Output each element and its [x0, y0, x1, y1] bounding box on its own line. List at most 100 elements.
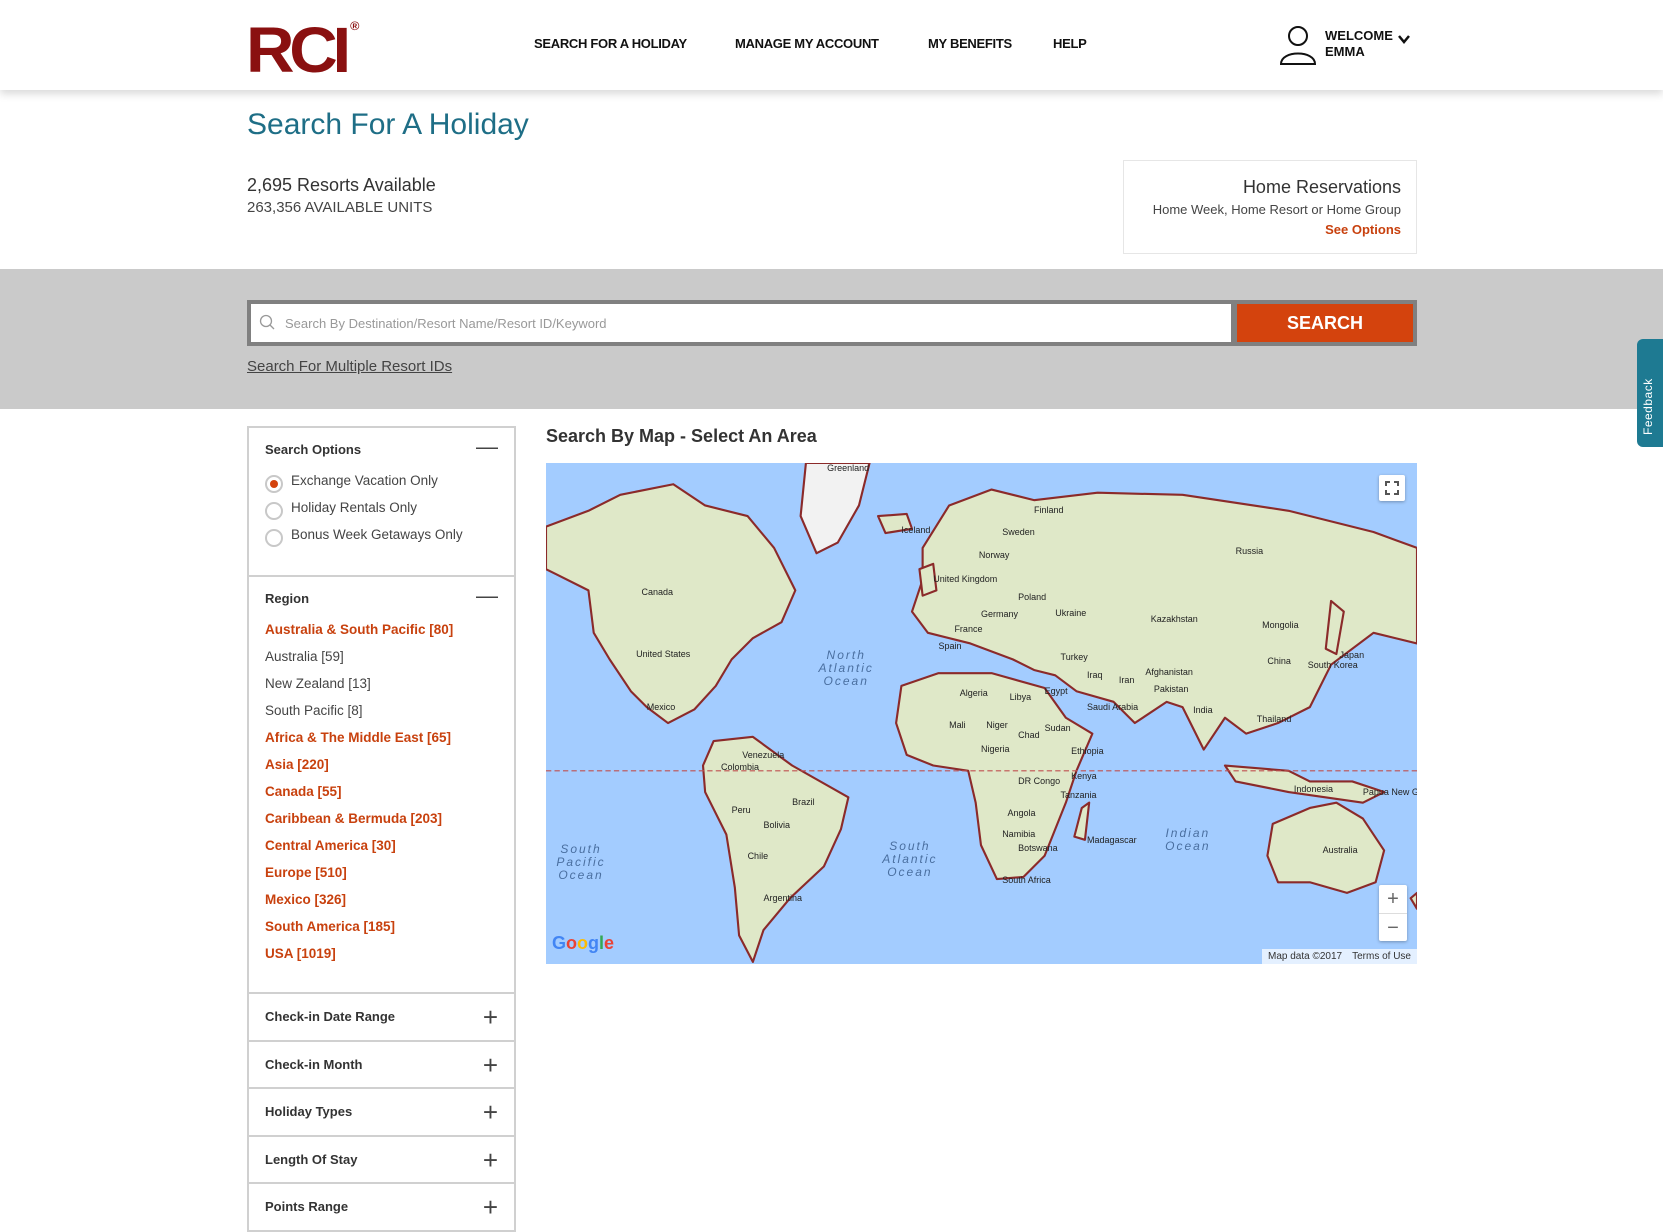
country-label[interactable]: Mexico	[647, 702, 676, 712]
country-label[interactable]: Kenya	[1071, 771, 1097, 781]
country-label[interactable]: DR Congo	[1018, 776, 1060, 786]
country-label[interactable]: United States	[636, 649, 690, 659]
filter-accordion[interactable]: Points Range +	[249, 1184, 514, 1232]
country-label[interactable]: Indonesia	[1294, 784, 1333, 794]
radio-option[interactable]: Exchange Vacation Only	[265, 467, 498, 494]
region-link[interactable]: South America [185]	[265, 913, 498, 940]
search-input[interactable]	[251, 304, 1231, 342]
country-label[interactable]: Angola	[1007, 808, 1035, 818]
country-label[interactable]: Spain	[939, 641, 962, 651]
expand-plus-icon[interactable]: +	[483, 1089, 498, 1135]
radio-option[interactable]: Holiday Rentals Only	[265, 494, 498, 521]
feedback-tab[interactable]: Feedback	[1637, 339, 1663, 447]
country-label[interactable]: Sudan	[1045, 723, 1071, 733]
radio-option[interactable]: Bonus Week Getaways Only	[265, 521, 498, 548]
country-label[interactable]: Chile	[748, 851, 769, 861]
see-options-link[interactable]: See Options	[1139, 222, 1401, 237]
radio-button[interactable]	[265, 501, 283, 520]
radio-button[interactable]	[265, 528, 283, 547]
country-label[interactable]: Bolivia	[763, 820, 790, 830]
country-label[interactable]: Pakistan	[1154, 684, 1189, 694]
search-multiple-resort-ids-link[interactable]: Search For Multiple Resort IDs	[247, 358, 452, 375]
radio-button[interactable]	[265, 474, 283, 493]
country-label[interactable]: Colombia	[721, 762, 759, 772]
country-label[interactable]: Iraq	[1087, 670, 1103, 680]
country-label[interactable]: China	[1267, 656, 1291, 666]
country-label[interactable]: Canada	[641, 587, 673, 597]
country-label[interactable]: Namibia	[1002, 829, 1035, 839]
country-label[interactable]: Mongolia	[1262, 620, 1299, 630]
country-label[interactable]: Venezuela	[742, 750, 784, 760]
expand-plus-icon[interactable]: +	[483, 994, 498, 1040]
filter-accordion[interactable]: Check-in Date Range +	[249, 994, 514, 1042]
region-link[interactable]: New Zealand [13]	[265, 670, 498, 697]
country-label[interactable]: Iceland	[901, 525, 930, 535]
country-label[interactable]: Nigeria	[981, 744, 1010, 754]
country-label[interactable]: Chad	[1018, 730, 1040, 740]
region-link[interactable]: Caribbean & Bermuda [203]	[265, 805, 498, 832]
country-label[interactable]: Greenland	[827, 463, 869, 473]
country-label[interactable]: Iran	[1119, 675, 1135, 685]
filter-accordion[interactable]: Length Of Stay +	[249, 1137, 514, 1185]
region-link[interactable]: USA [1019]	[265, 940, 498, 967]
search-button[interactable]: SEARCH	[1237, 304, 1413, 342]
nav-search-for-a-holiday[interactable]: SEARCH FOR A HOLIDAY	[534, 36, 687, 51]
expand-plus-icon[interactable]: +	[483, 1042, 498, 1088]
region-link[interactable]: Africa & The Middle East [65]	[265, 724, 498, 751]
collapse-icon[interactable]: —	[476, 434, 498, 460]
region-link[interactable]: Mexico [326]	[265, 886, 498, 913]
country-label[interactable]: Turkey	[1061, 652, 1088, 662]
fullscreen-button[interactable]	[1379, 475, 1405, 501]
terms-of-use-link[interactable]: Terms of Use	[1352, 951, 1411, 962]
country-label[interactable]: Niger	[986, 720, 1008, 730]
country-label[interactable]: Peru	[732, 805, 751, 815]
country-label[interactable]: India	[1193, 705, 1213, 715]
country-label[interactable]: Australia	[1323, 845, 1358, 855]
expand-plus-icon[interactable]: +	[483, 1137, 498, 1183]
country-label[interactable]: Germany	[981, 609, 1018, 619]
country-label[interactable]: Poland	[1018, 592, 1046, 602]
country-label[interactable]: Finland	[1034, 505, 1064, 515]
country-label[interactable]: Argentina	[763, 893, 802, 903]
country-label[interactable]: Egypt	[1045, 686, 1068, 696]
country-label[interactable]: Brazil	[792, 797, 815, 807]
collapse-icon[interactable]: —	[476, 583, 498, 609]
country-label[interactable]: United Kingdom	[933, 574, 997, 584]
welcome-menu[interactable]: WELCOME EMMA	[1325, 28, 1393, 60]
country-label[interactable]: Russia	[1236, 546, 1264, 556]
region-link[interactable]: Australia & South Pacific [80]	[265, 616, 498, 643]
region-link[interactable]: Europe [510]	[265, 859, 498, 886]
country-label[interactable]: Libya	[1010, 692, 1032, 702]
country-label[interactable]: Botswana	[1018, 843, 1058, 853]
country-label[interactable]: Ukraine	[1055, 608, 1086, 618]
rci-logo[interactable]: RCI ®	[246, 18, 359, 82]
country-label[interactable]: Algeria	[960, 688, 988, 698]
country-label[interactable]: Japan	[1340, 650, 1365, 660]
nav-manage-my-account[interactable]: MANAGE MY ACCOUNT	[735, 36, 879, 51]
expand-plus-icon[interactable]: +	[483, 1184, 498, 1230]
region-link[interactable]: Australia [59]	[265, 643, 498, 670]
region-link[interactable]: Asia [220]	[265, 751, 498, 778]
filter-accordion[interactable]: Holiday Types +	[249, 1089, 514, 1137]
nav-help[interactable]: HELP	[1053, 36, 1087, 51]
country-label[interactable]: Ethiopia	[1071, 746, 1104, 756]
zoom-out-button[interactable]: −	[1379, 913, 1407, 941]
country-label[interactable]: Tanzania	[1061, 790, 1097, 800]
filter-accordion[interactable]: Check-in Month +	[249, 1042, 514, 1090]
country-label[interactable]: Thailand	[1257, 714, 1292, 724]
country-label[interactable]: Mali	[949, 720, 966, 730]
country-label[interactable]: Madagascar	[1087, 835, 1137, 845]
zoom-in-button[interactable]: +	[1379, 885, 1407, 913]
country-label[interactable]: South Africa	[1002, 875, 1051, 885]
country-label[interactable]: Norway	[979, 550, 1010, 560]
country-label[interactable]: South Korea	[1308, 660, 1358, 670]
region-link[interactable]: Central America [30]	[265, 832, 498, 859]
region-link[interactable]: Canada [55]	[265, 778, 498, 805]
nav-my-benefits[interactable]: MY BENEFITS	[928, 36, 1012, 51]
country-label[interactable]: France	[954, 624, 982, 634]
user-icon[interactable]	[1278, 24, 1318, 66]
country-label[interactable]: Sweden	[1002, 527, 1035, 537]
region-link[interactable]: South Pacific [8]	[265, 697, 498, 724]
country-label[interactable]: Kazakhstan	[1151, 614, 1198, 624]
country-label[interactable]: Papua New Guinea	[1363, 787, 1417, 797]
